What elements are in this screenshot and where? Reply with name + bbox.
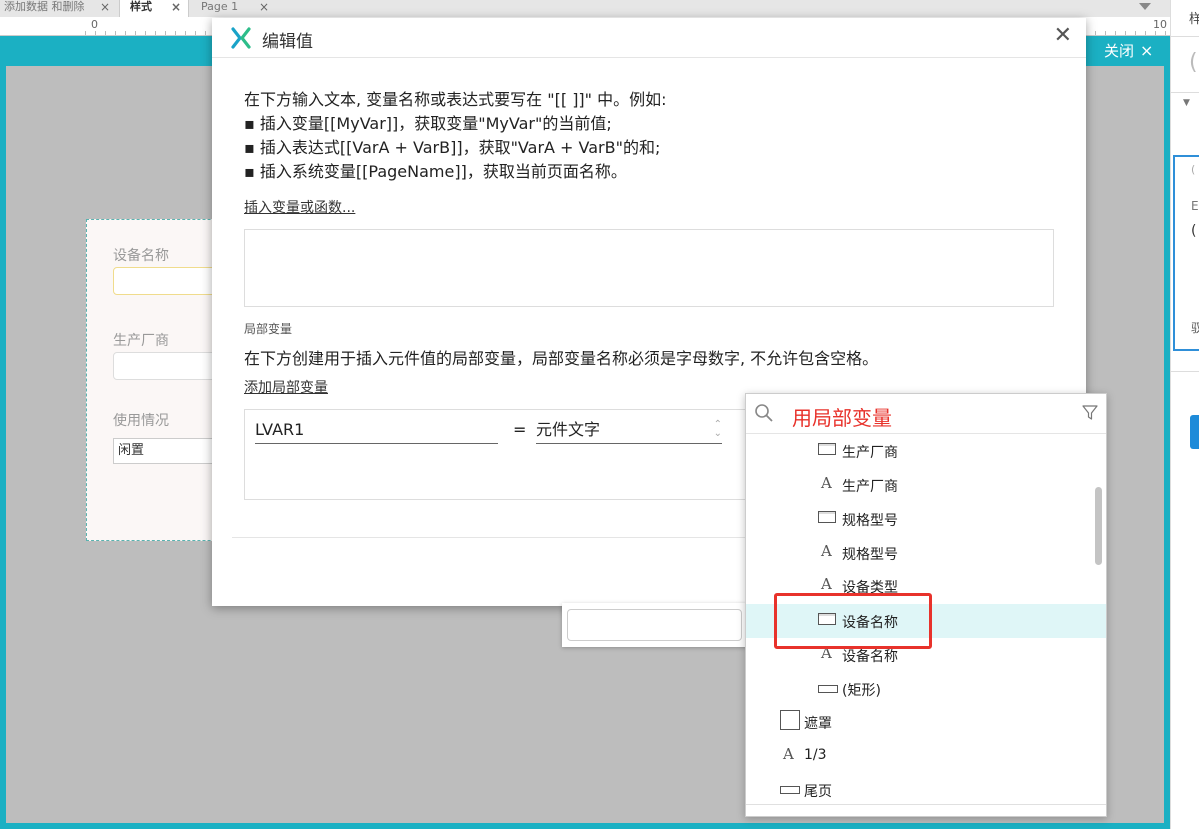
flat-rect-icon [818, 685, 838, 693]
list-item[interactable]: 尾页 [746, 773, 1106, 807]
panel-small-text: ( [1191, 223, 1197, 239]
local-variable-type-select[interactable]: 元件文字 ⌃ ⌄ [536, 418, 722, 444]
close-icon[interactable]: × [100, 0, 110, 14]
list-item-label: 生产厂商 [842, 479, 898, 495]
list-item[interactable]: 生产厂商 [746, 434, 1106, 468]
text-a-icon: A [821, 474, 832, 492]
panel-small-text: E [1191, 199, 1199, 213]
select-arrows-icon: ⌃ ⌄ [713, 420, 722, 439]
add-local-variable-link[interactable]: 添加局部变量 [244, 377, 328, 397]
rect-icon [818, 511, 836, 523]
search-input[interactable]: 用局部变量 [792, 402, 892, 431]
dropdown-footer [746, 804, 1106, 816]
list-item[interactable]: 规格型号 [746, 502, 1106, 536]
rect-icon [818, 443, 836, 455]
ruler-corner [0, 17, 85, 36]
tab-add-data[interactable]: 添加数据 和删除 × [0, 0, 118, 17]
list-item-label: 规格型号 [842, 513, 898, 529]
panel-divider [1171, 92, 1199, 93]
usage-label: 使用情况 [113, 413, 169, 429]
axure-logo-icon [231, 27, 251, 49]
list-item-label: 规格型号 [842, 547, 898, 563]
red-highlight-annotation [774, 593, 932, 649]
dropdown-search-bar[interactable]: 用局部变量 [746, 394, 1106, 434]
local-variables-heading: 局部变量 [244, 322, 293, 336]
panel-small-text: 驭 [1191, 319, 1199, 336]
arrow-down-icon: ⌄ [713, 428, 722, 439]
floating-input[interactable] [567, 609, 742, 641]
floating-input-panel [562, 603, 747, 647]
collapse-arrow-icon[interactable]: ▼ [1183, 98, 1190, 108]
panel-selected-box: ( E ( 驭 [1173, 155, 1199, 351]
panel-blue-button[interactable] [1190, 415, 1199, 449]
text-a-icon: A [821, 575, 832, 593]
panel-divider [1171, 371, 1199, 372]
search-icon [755, 404, 773, 422]
dialog-title: 编辑值 [262, 32, 313, 52]
dialog-header: 编辑值 ✕ [212, 18, 1086, 58]
tab-bar: 添加数据 和删除 × 样式 × Page 1 × [0, 0, 1199, 17]
text-a-icon: A [783, 745, 794, 763]
dialog-instructions: 在下方输入文本, 变量名称或表达式要写在 "[[ ]]" 中。例如: ▪ 插入变… [244, 90, 667, 181]
text-a-icon: A [821, 542, 832, 560]
tab-label: 样式 [130, 0, 152, 13]
list-item[interactable]: (矩形) [746, 672, 1106, 706]
canvas-close-button[interactable]: 关闭 × [1094, 36, 1170, 66]
filter-icon[interactable] [1082, 405, 1098, 421]
close-icon[interactable]: × [171, 0, 181, 14]
list-item-label: 遮罩 [804, 716, 832, 732]
local-variables-description: 在下方创建用于插入元件值的局部变量，局部变量名称必须是字母数字, 不允许包含空格… [244, 349, 879, 368]
insert-variable-link[interactable]: 插入变量或函数... [244, 197, 355, 217]
tab-dropdown-icon[interactable] [1139, 3, 1151, 10]
properties-panel: 样 ( ▼ ( E ( 驭 [1170, 0, 1199, 829]
tab-page-1[interactable]: Page 1 × [197, 0, 275, 17]
list-item[interactable]: A 1/3 [746, 739, 1106, 773]
flat-rect-icon [780, 786, 800, 794]
list-item-label: 1/3 [804, 747, 827, 763]
tab-label: Page 1 [201, 0, 239, 13]
device-name-label: 设备名称 [113, 248, 169, 264]
list-item-label: 生产厂商 [842, 445, 898, 461]
close-icon[interactable]: × [259, 0, 269, 14]
manufacturer-label: 生产厂商 [113, 333, 169, 349]
panel-tab-style[interactable]: 样 [1189, 8, 1199, 27]
list-item[interactable]: A 规格型号 [746, 536, 1106, 570]
ruler-end-label: 10 [1153, 18, 1167, 31]
panel-small-text: ( [1191, 163, 1196, 176]
local-variable-name-input[interactable]: LVAR1 [255, 418, 498, 444]
tab-label: 添加数据 和删除 [4, 0, 85, 13]
close-icon: × [1140, 41, 1154, 60]
list-item-label: (矩形) [842, 683, 881, 699]
list-item-label: 尾页 [804, 784, 832, 800]
equals-sign: = [513, 420, 527, 439]
dialog-close-icon[interactable]: ✕ [1054, 25, 1072, 47]
list-item-label: 设备名称 [842, 649, 898, 665]
ruler-start-label: 0 [91, 18, 98, 31]
value-textarea[interactable] [244, 229, 1054, 307]
list-item[interactable]: A 生产厂商 [746, 468, 1106, 502]
variable-type-value: 元件文字 [536, 420, 601, 439]
panel-placeholder: ( [1189, 50, 1198, 75]
close-label: 关闭 [1104, 42, 1135, 60]
panel-divider [1171, 36, 1199, 37]
square-icon [780, 710, 800, 730]
tab-style[interactable]: 样式 × [119, 0, 189, 17]
list-item[interactable]: 遮罩 [746, 705, 1106, 739]
dropdown-scrollbar[interactable] [1095, 487, 1102, 565]
